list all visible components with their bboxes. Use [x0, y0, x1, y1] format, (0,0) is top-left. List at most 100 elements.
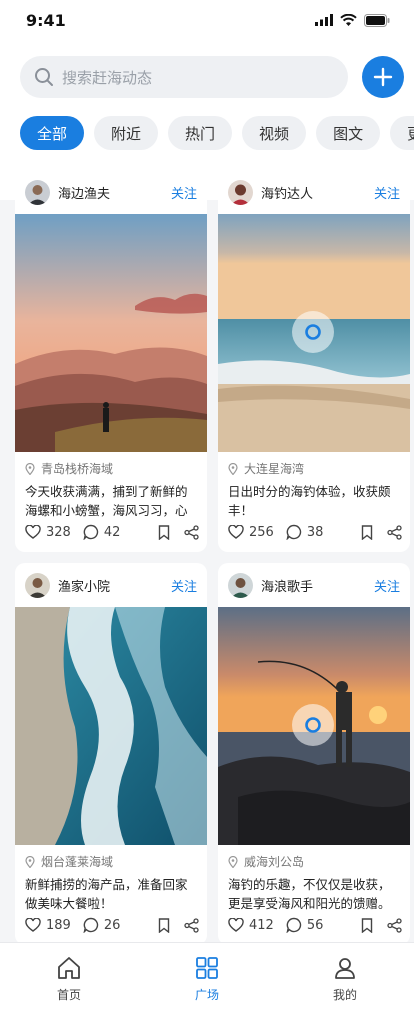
- bookmark-button[interactable]: [158, 917, 170, 933]
- nav-label: 首页: [56, 988, 81, 1002]
- location-pin-icon: [228, 855, 238, 868]
- like-button[interactable]: 412: [228, 918, 274, 933]
- search-placeholder: 搜索赶海动态: [62, 68, 153, 87]
- video-play-badge[interactable]: [292, 311, 334, 353]
- heart-icon: [25, 918, 41, 932]
- tab-image-text[interactable]: 图文: [316, 116, 381, 150]
- user-name[interactable]: 渔家小院: [58, 576, 171, 595]
- nav-label: 广场: [194, 988, 219, 1002]
- comment-count: 42: [103, 524, 121, 540]
- add-post-button[interactable]: [362, 56, 404, 98]
- card-header: 海浪歌手 关注: [218, 563, 410, 607]
- bookmark-icon: [158, 524, 170, 540]
- location-text: 青岛栈桥海域: [41, 462, 114, 476]
- card-header: 海边渔夫 关注: [15, 170, 207, 214]
- comment-icon: [83, 524, 99, 540]
- avatar[interactable]: [228, 572, 253, 598]
- nav-label: 我的: [332, 988, 357, 1002]
- location-pin-icon: [228, 462, 238, 475]
- nav-profile[interactable]: 我的: [295, 955, 395, 1024]
- comment-icon: [286, 917, 302, 933]
- comment-button[interactable]: 38: [286, 524, 324, 540]
- share-button[interactable]: [387, 917, 402, 933]
- comment-button[interactable]: 42: [83, 524, 121, 540]
- follow-button[interactable]: 关注: [171, 576, 197, 595]
- follow-button[interactable]: 关注: [374, 576, 400, 595]
- post-text: 海钓的乐趣，不仅仅是收获，更是享受海风和阳光的馈赠。: [228, 877, 391, 911]
- location-pin-icon: [25, 855, 35, 868]
- comment-icon: [83, 917, 99, 933]
- post-image[interactable]: [15, 214, 207, 452]
- avatar[interactable]: [25, 572, 50, 598]
- avatar[interactable]: [25, 179, 50, 205]
- bookmark-icon: [361, 524, 373, 540]
- location-text: 大连星海湾: [244, 462, 305, 476]
- like-count: 189: [46, 917, 71, 933]
- tab-video[interactable]: 视频: [242, 116, 307, 150]
- like-count: 412: [249, 917, 274, 933]
- share-icon: [184, 917, 199, 933]
- comment-button[interactable]: 56: [286, 917, 324, 933]
- post-location[interactable]: 青岛栈桥海域: [25, 460, 197, 477]
- status-bar: 9:41: [0, 0, 414, 40]
- comment-count: 56: [306, 917, 324, 933]
- share-icon: [184, 524, 199, 540]
- post-location[interactable]: 烟台蓬莱海域: [25, 853, 197, 870]
- post-card[interactable]: 渔家小院 关注 烟台蓬莱海域 新鲜捕捞的海产品，准备回家做美味大餐啦！ 189 …: [15, 563, 207, 945]
- user-name[interactable]: 海边渔夫: [58, 183, 171, 202]
- like-button[interactable]: 328: [25, 525, 71, 540]
- post-location[interactable]: 大连星海湾: [228, 460, 400, 477]
- post-card[interactable]: 海钓达人 关注 大连星海湾 日出时分的海钓体验，收获颇丰！ 256 38: [218, 170, 410, 552]
- video-play-badge[interactable]: [292, 704, 334, 746]
- post-text: 新鲜捕捞的海产品，准备回家做美味大餐啦！: [25, 877, 188, 911]
- avatar[interactable]: [228, 179, 253, 205]
- post-actions: 256 38: [228, 522, 402, 542]
- post-actions: 412 56: [228, 915, 402, 935]
- share-icon: [387, 524, 402, 540]
- post-card[interactable]: 海浪歌手 关注 威海刘公岛 海钓的乐趣，不仅仅是收获，更是享受海风和阳光的馈赠。…: [218, 563, 410, 945]
- bottom-nav: 首页 广场 我的: [0, 942, 414, 1024]
- post-image[interactable]: [15, 607, 207, 845]
- heart-icon: [228, 525, 244, 539]
- bookmark-button[interactable]: [361, 917, 373, 933]
- share-button[interactable]: [184, 524, 199, 540]
- like-button[interactable]: 256: [228, 525, 274, 540]
- user-name[interactable]: 海浪歌手: [261, 576, 374, 595]
- heart-icon: [228, 918, 244, 932]
- comment-count: 38: [306, 524, 324, 540]
- follow-button[interactable]: 关注: [374, 183, 400, 202]
- card-header: 海钓达人 关注: [218, 170, 410, 214]
- search-input[interactable]: 搜索赶海动态: [20, 56, 348, 98]
- wifi-icon: [340, 14, 357, 26]
- share-button[interactable]: [387, 524, 402, 540]
- heart-icon: [25, 525, 41, 539]
- post-text: 今天收获满满，捕到了新鲜的海螺和小螃蟹，海风习习，心: [25, 484, 188, 518]
- like-count: 328: [46, 524, 71, 540]
- share-button[interactable]: [184, 917, 199, 933]
- post-card[interactable]: 海边渔夫 关注 青岛栈桥海域 今天收获满满，捕到了新鲜的海螺和小螃蟹，海风习习，…: [15, 170, 207, 552]
- post-video[interactable]: [218, 214, 410, 452]
- user-name[interactable]: 海钓达人: [261, 183, 374, 202]
- comment-button[interactable]: 26: [83, 917, 120, 933]
- status-time: 9:41: [26, 10, 66, 30]
- home-icon: [58, 957, 80, 979]
- follow-button[interactable]: 关注: [171, 183, 197, 202]
- tab-more[interactable]: 更: [390, 116, 414, 150]
- card-header: 渔家小院 关注: [15, 563, 207, 607]
- nav-home[interactable]: 首页: [19, 955, 119, 1024]
- status-icons: [315, 13, 390, 27]
- bookmark-button[interactable]: [361, 524, 373, 540]
- post-video[interactable]: [218, 607, 410, 845]
- search-icon: [35, 68, 53, 86]
- tab-hot[interactable]: 热门: [168, 116, 233, 150]
- battery-icon: [364, 13, 390, 27]
- user-icon: [335, 958, 355, 979]
- tab-all[interactable]: 全部: [20, 116, 85, 150]
- nav-square[interactable]: 广场: [157, 955, 257, 1024]
- play-icon: [305, 717, 321, 733]
- bookmark-button[interactable]: [158, 524, 170, 540]
- tab-nearby[interactable]: 附近: [94, 116, 159, 150]
- like-button[interactable]: 189: [25, 918, 71, 933]
- post-location[interactable]: 威海刘公岛: [228, 853, 400, 870]
- like-count: 256: [249, 524, 274, 540]
